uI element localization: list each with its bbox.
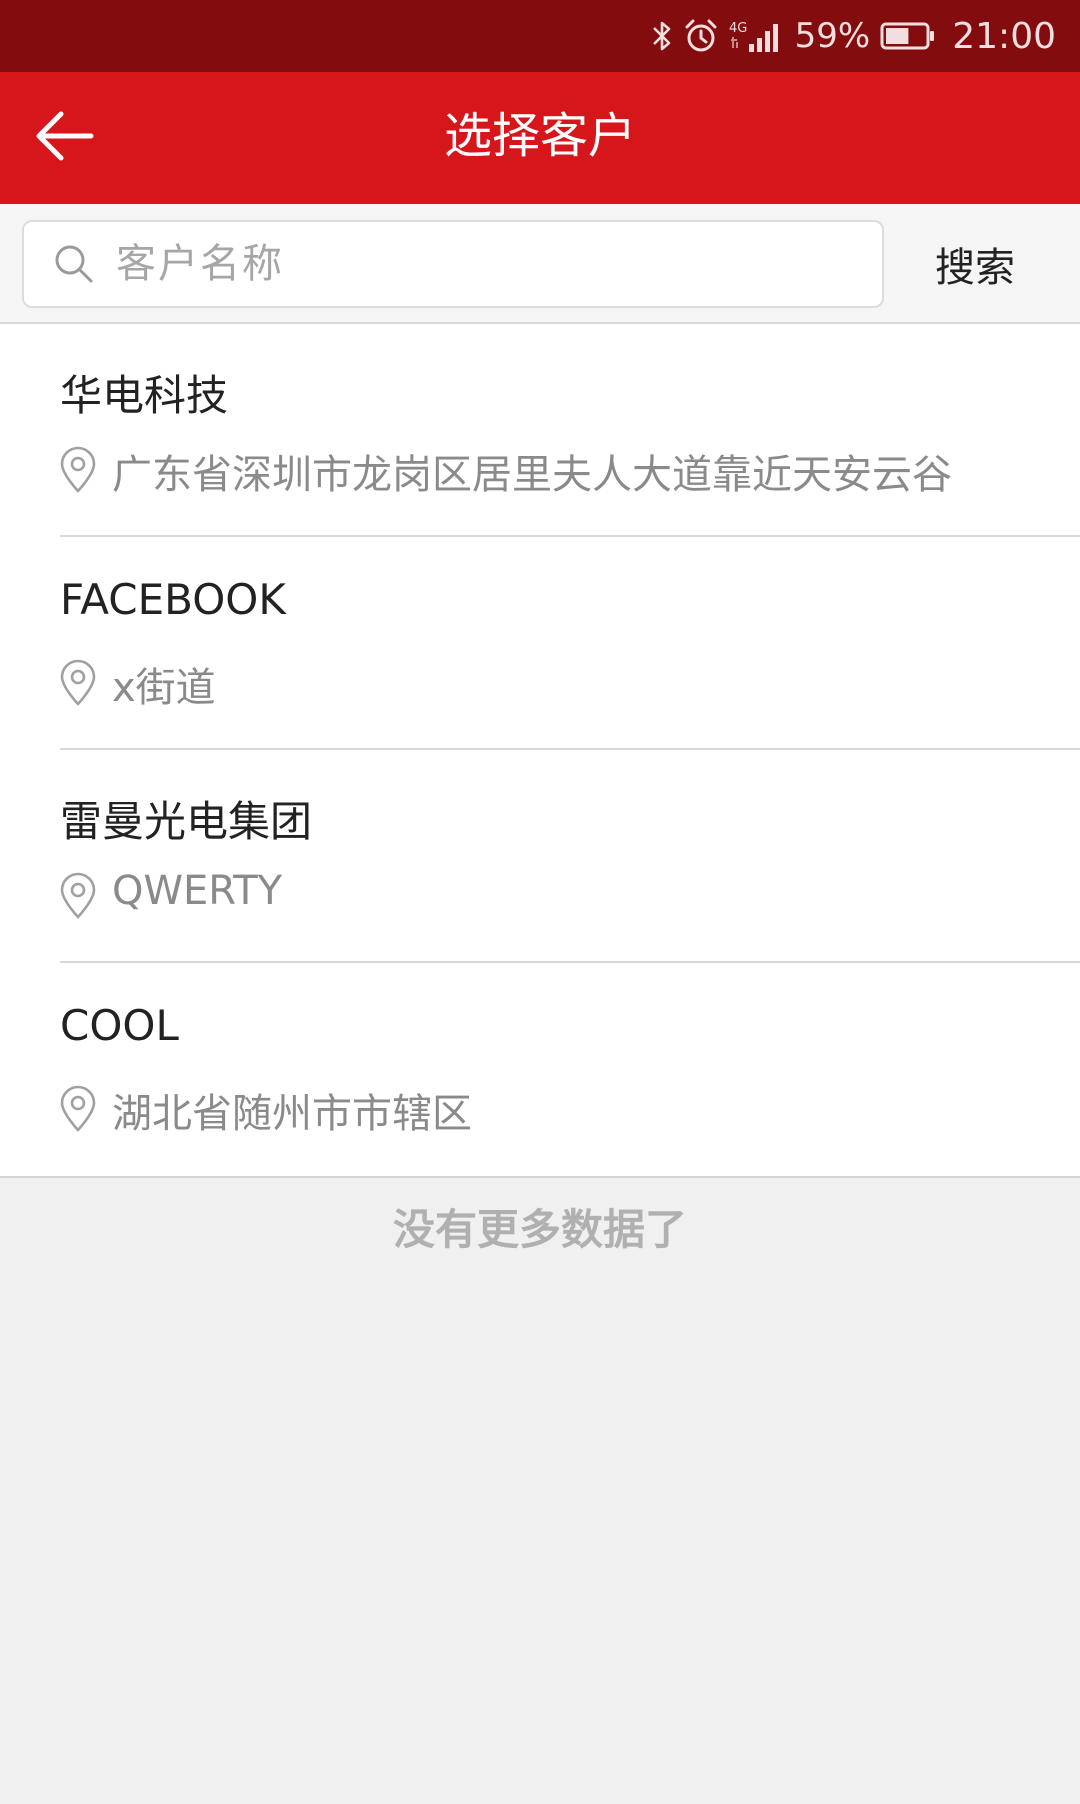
location-pin-icon <box>58 659 98 711</box>
list-item[interactable]: COOL 湖北省随州市市辖区 <box>0 963 1080 1176</box>
back-button[interactable] <box>22 102 108 174</box>
list-item[interactable]: 华电科技 广东省深圳市龙岗区居里夫人大道靠近天安云谷 <box>0 324 1080 537</box>
search-box[interactable] <box>22 220 884 308</box>
customer-address: 湖北省随州市市辖区 <box>112 1091 472 1137</box>
signal-icon: 4G <box>729 18 785 54</box>
search-bar: 搜索 <box>0 204 1080 324</box>
search-icon <box>54 244 94 288</box>
status-icons: 4G 59% 21:00 <box>651 0 1056 72</box>
location-pin-icon <box>58 1085 98 1137</box>
customer-address: x街道 <box>112 665 216 711</box>
customer-address: QWERTY <box>112 868 283 914</box>
list-item[interactable]: 雷曼光电集团 QWERTY <box>0 750 1080 963</box>
customer-name: 华电科技 <box>60 371 229 420</box>
search-input[interactable] <box>114 222 856 306</box>
search-button[interactable]: 搜索 <box>900 220 1050 308</box>
customer-name: FACEBOOK <box>60 575 286 624</box>
page-title: 选择客户 <box>443 108 636 164</box>
location-pin-icon <box>58 872 98 924</box>
status-bar: 4G 59% 21:00 <box>0 0 1080 72</box>
battery-icon <box>880 21 936 51</box>
customer-list: 华电科技 广东省深圳市龙岗区居里夫人大道靠近天安云谷 FACEBOOK x街道 … <box>0 324 1080 1178</box>
battery-percent: 59% <box>794 16 871 56</box>
clock: 21:00 <box>952 15 1056 57</box>
customer-name: COOL <box>60 1001 179 1050</box>
bluetooth-icon <box>651 18 673 54</box>
location-pin-icon <box>58 446 98 498</box>
alarm-icon <box>683 18 719 54</box>
list-item[interactable]: FACEBOOK x街道 <box>0 537 1080 750</box>
app-bar: 选择客户 <box>0 72 1080 204</box>
customer-name: 雷曼光电集团 <box>60 797 313 846</box>
arrow-left-icon <box>33 108 97 168</box>
network-type-label: 4G <box>729 21 747 36</box>
customer-address: 广东省深圳市龙岗区居里夫人大道靠近天安云谷 <box>112 452 952 498</box>
no-more-data-text: 没有更多数据了 <box>392 1205 687 1254</box>
